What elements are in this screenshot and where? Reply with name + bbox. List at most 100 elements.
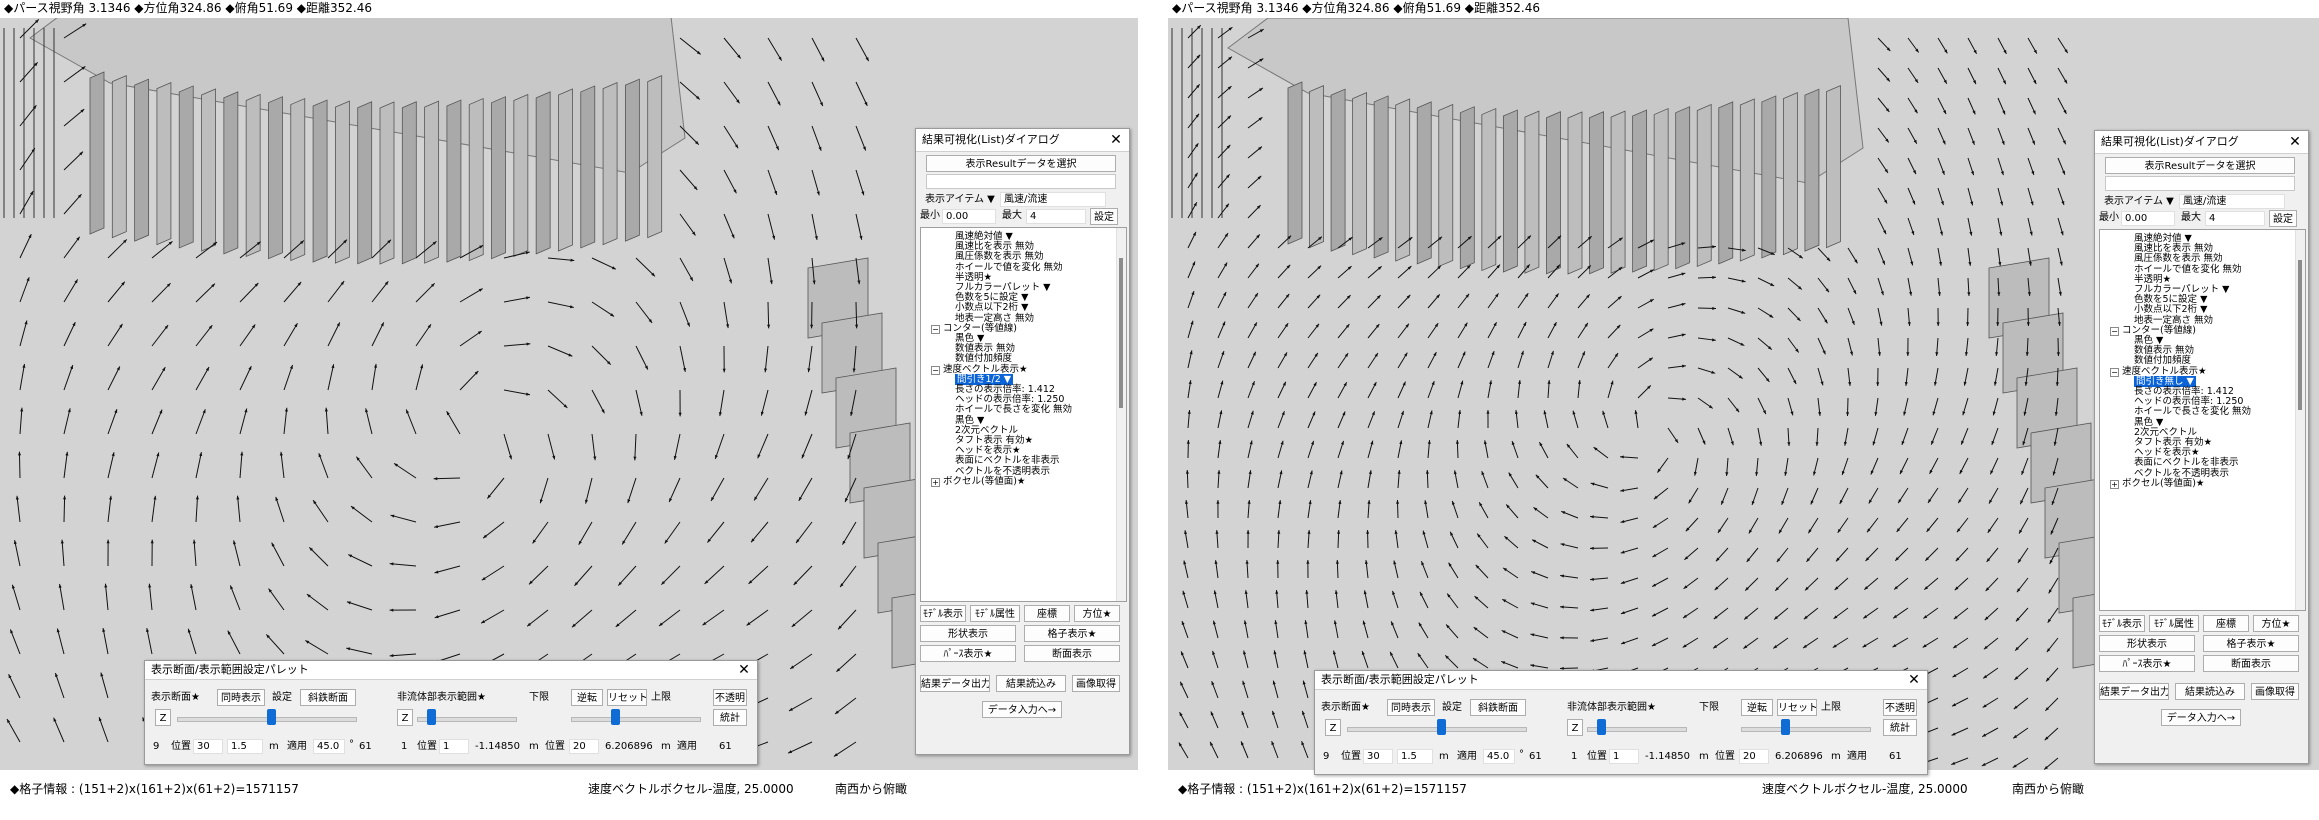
step-input[interactable]: 1.5 — [1397, 749, 1433, 764]
tree-scrollbar[interactable] — [1116, 228, 1126, 601]
reverse-button[interactable]: 逆転 — [571, 689, 603, 706]
display-item-label[interactable]: 表示アイテム ▼ — [2104, 195, 2174, 209]
stats-button[interactable]: 統計 — [1883, 719, 1917, 736]
select-result-button[interactable]: 表示Resultデータを選択 — [926, 155, 1116, 172]
lower-position-input[interactable]: 1 — [1609, 749, 1639, 764]
perspective-button[interactable]: ﾊﾟｰｽ表示★ — [2099, 655, 2195, 672]
axis-select[interactable]: Z — [1325, 719, 1341, 736]
nonflow-axis-select[interactable]: Z — [397, 709, 413, 726]
opaque-button[interactable]: 不透明 — [1883, 699, 1917, 716]
apply-label[interactable]: 適用 — [1457, 750, 1477, 764]
setting-label[interactable]: 設定 — [1442, 701, 1462, 715]
result-visualization-dialog: 結果可視化(List)ダイアログ ✕ 表示Resultデータを選択 表示アイテム… — [2094, 130, 2309, 764]
building-fin — [1502, 109, 1518, 273]
options-tree[interactable]: 風速絶対値 ▼ 風速比を表示 無効 風圧係数を表示 無効 ホイールで値を変化 無効 半透… — [920, 227, 1127, 602]
opaque-button[interactable]: 不透明 — [713, 689, 747, 706]
collapse-icon[interactable]: − — [2110, 326, 2119, 336]
data-input-button[interactable]: データ入力へ→ — [982, 701, 1062, 718]
oblique-section-button[interactable]: 斜鉄断面 — [300, 689, 356, 706]
display-item-value[interactable]: 風速/流速 — [2179, 194, 2285, 209]
min-input[interactable]: 0.00 — [2121, 211, 2175, 226]
shape-display-button[interactable]: 形状表示 — [2099, 635, 2195, 652]
collapse-icon[interactable]: − — [2110, 367, 2119, 377]
data-input-button[interactable]: データ入力へ→ — [2161, 709, 2241, 726]
stats-button[interactable]: 統計 — [713, 709, 747, 726]
scroll-thumb[interactable] — [2298, 260, 2302, 410]
select-result-button[interactable]: 表示Resultデータを選択 — [2105, 157, 2295, 174]
section-display-button[interactable]: 断面表示 — [2203, 655, 2299, 672]
simultaneous-display-button[interactable]: 同時表示 — [1387, 699, 1435, 716]
collapse-icon[interactable]: − — [931, 365, 940, 375]
bearing-button[interactable]: 方位★ — [2253, 615, 2299, 632]
building-fin — [1287, 81, 1303, 245]
result-data-field[interactable] — [2105, 176, 2295, 191]
section-slider[interactable] — [177, 708, 357, 728]
reset-button[interactable]: リセット — [1777, 699, 1817, 716]
result-load-button[interactable]: 結果読込み — [996, 675, 1066, 692]
close-icon[interactable]: ✕ — [735, 661, 753, 679]
model-attribute-button[interactable]: ﾓﾃﾞﾙ属性 — [2149, 615, 2199, 632]
velocity-vector — [767, 301, 770, 329]
upper-position-input[interactable]: 20 — [1739, 749, 1769, 764]
tree-group[interactable]: ボクセル(等値面)★ — [2122, 477, 2204, 490]
tree-group[interactable]: ボクセル(等値面)★ — [943, 475, 1025, 488]
max-input[interactable]: 4 — [2205, 211, 2265, 226]
nonflow-axis-select[interactable]: Z — [1567, 719, 1583, 736]
grid-display-button[interactable]: 格子表示★ — [1024, 625, 1120, 642]
shape-display-button[interactable]: 形状表示 — [920, 625, 1016, 642]
expand-icon[interactable]: + — [2110, 479, 2119, 489]
coordinate-button[interactable]: 座標 — [2203, 615, 2249, 632]
set-range-button[interactable]: 設定 — [2269, 210, 2297, 227]
building-fin — [290, 97, 306, 262]
section-display-button[interactable]: 断面表示 — [1024, 645, 1120, 662]
upper-slider[interactable] — [1741, 718, 1871, 738]
oblique-section-button[interactable]: 斜鉄断面 — [1470, 699, 1526, 716]
display-item-value[interactable]: 風速/流速 — [1000, 192, 1106, 207]
tree-scrollbar[interactable] — [2295, 230, 2305, 610]
upper-apply-label[interactable]: 適用 — [677, 740, 697, 754]
model-attribute-button[interactable]: ﾓﾃﾞﾙ属性 — [970, 605, 1020, 622]
position-input[interactable]: 30 — [193, 739, 223, 754]
collapse-icon[interactable]: − — [931, 324, 940, 334]
axis-select[interactable]: Z — [155, 709, 171, 726]
coordinate-button[interactable]: 座標 — [1024, 605, 1070, 622]
section-slider[interactable] — [1347, 718, 1527, 738]
reverse-button[interactable]: 逆転 — [1741, 699, 1773, 716]
upper-position-input[interactable]: 20 — [569, 739, 599, 754]
model-display-button[interactable]: ﾓﾃﾞﾙ表示 — [2099, 615, 2145, 632]
upper-apply-label[interactable]: 適用 — [1847, 750, 1867, 764]
step-input[interactable]: 1.5 — [227, 739, 263, 754]
capture-button[interactable]: 画像取得 — [1072, 675, 1120, 692]
expand-icon[interactable]: + — [931, 477, 940, 487]
options-tree[interactable]: 風速絶対値 ▼ 風速比を表示 無効 風圧係数を表示 無効 ホイールで値を変化 無効 半透… — [2099, 229, 2306, 611]
angle-input[interactable]: 45.0 — [313, 739, 345, 754]
result-load-button[interactable]: 結果読込み — [2175, 683, 2245, 700]
max-input[interactable]: 4 — [1026, 209, 1086, 224]
upper-slider[interactable] — [571, 708, 701, 728]
scroll-thumb[interactable] — [1119, 258, 1123, 408]
model-display-button[interactable]: ﾓﾃﾞﾙ表示 — [920, 605, 966, 622]
lower-slider[interactable] — [1587, 718, 1687, 738]
result-data-field[interactable] — [926, 174, 1116, 189]
apply-label[interactable]: 適用 — [287, 740, 307, 754]
bearing-button[interactable]: 方位★ — [1074, 605, 1120, 622]
reset-button[interactable]: リセット — [607, 689, 647, 706]
set-range-button[interactable]: 設定 — [1090, 208, 1118, 225]
result-output-button[interactable]: 結果データ出力 — [2099, 683, 2169, 700]
close-icon[interactable]: ✕ — [1905, 671, 1923, 689]
position-input[interactable]: 30 — [1363, 749, 1393, 764]
perspective-button[interactable]: ﾊﾟｰｽ表示★ — [920, 645, 1016, 662]
close-icon[interactable]: ✕ — [2286, 131, 2304, 153]
building-fin — [446, 99, 462, 263]
lower-slider[interactable] — [417, 708, 517, 728]
setting-label[interactable]: 設定 — [272, 691, 292, 705]
min-input[interactable]: 0.00 — [942, 209, 996, 224]
display-item-label[interactable]: 表示アイテム ▼ — [925, 193, 995, 207]
lower-position-input[interactable]: 1 — [439, 739, 469, 754]
grid-display-button[interactable]: 格子表示★ — [2203, 635, 2299, 652]
close-icon[interactable]: ✕ — [1107, 129, 1125, 151]
capture-button[interactable]: 画像取得 — [2251, 683, 2299, 700]
angle-input[interactable]: 45.0 — [1483, 749, 1515, 764]
result-output-button[interactable]: 結果データ出力 — [920, 675, 990, 692]
simultaneous-display-button[interactable]: 同時表示 — [217, 689, 265, 706]
